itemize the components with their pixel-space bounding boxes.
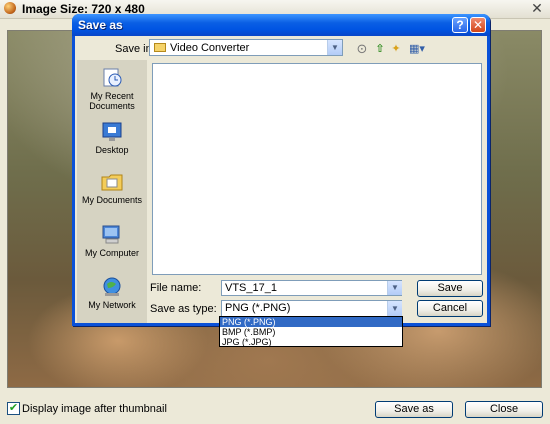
new-folder-icon[interactable]: ✦ [389,42,403,56]
place-desktop[interactable]: Desktop [77,121,147,155]
close-button[interactable]: Close [465,401,543,418]
display-image-checkbox-label: Display image after thumbnail [22,403,167,415]
save-as-dialog: Save as ? ✕ Save in: Video Converter ▼ ⊙… [72,14,490,326]
save-as-type-dropdown-icon[interactable]: ▼ [387,301,402,316]
place-label: My Documents [81,195,143,205]
places-bar: My Recent Documents Desktop My Documents [77,60,147,323]
file-name-dropdown-icon[interactable]: ▼ [387,281,402,295]
place-label: My Recent Documents [89,91,135,111]
my-documents-icon [101,174,123,191]
file-list[interactable] [152,63,482,275]
folder-icon [154,43,166,52]
display-image-checkbox[interactable]: ✔ [7,402,20,415]
place-label: Desktop [95,145,129,155]
type-option-jpg[interactable]: JPG (*.JPG) [220,337,402,347]
app-icon [4,2,16,14]
chevron-down-icon[interactable]: ▼ [327,40,342,55]
my-computer-icon [102,225,120,244]
dialog-save-button[interactable]: Save [417,280,483,297]
dialog-body: Save in: Video Converter ▼ ⊙ ⇧ ✦ ▦▾ My R… [75,36,487,323]
place-my-documents[interactable]: My Documents [77,171,147,205]
desktop-icon [102,122,122,141]
up-folder-icon[interactable]: ⇧ [373,42,387,56]
type-option-bmp[interactable]: BMP (*.BMP) [220,327,402,337]
recent-documents-icon [103,68,122,87]
file-name-label: File name: [150,282,202,294]
dialog-titlebar: Save as ? ✕ [72,14,490,36]
views-menu-icon[interactable]: ▦▾ [407,42,427,56]
place-my-network[interactable]: My Network [77,276,147,310]
save-in-value: Video Converter [170,42,250,54]
place-recent-documents[interactable]: My Recent Documents [77,67,147,111]
dialog-close-button[interactable]: ✕ [470,17,486,33]
save-as-type-combo[interactable]: PNG (*.PNG) [221,300,402,317]
type-option-png[interactable]: PNG (*.PNG) [220,317,402,327]
my-network-icon [103,277,121,296]
save-as-type-dropdown-list[interactable]: PNG (*.PNG) BMP (*.BMP) JPG (*.JPG) [219,316,403,347]
window-close-button[interactable]: ✕ [529,1,545,16]
back-icon[interactable]: ⊙ [355,42,369,56]
help-button[interactable]: ? [452,17,468,33]
place-my-computer[interactable]: My Computer [77,224,147,258]
file-name-input[interactable]: VTS_17_1 [221,280,402,296]
place-label: My Computer [84,248,139,258]
place-label: My Network [88,300,136,310]
save-as-type-label: Save as type: [150,303,217,315]
save-in-combo[interactable]: Video Converter ▼ [149,39,343,56]
dialog-title: Save as [78,18,123,32]
dialog-cancel-button[interactable]: Cancel [417,300,483,317]
save-as-button[interactable]: Save as [375,401,453,418]
